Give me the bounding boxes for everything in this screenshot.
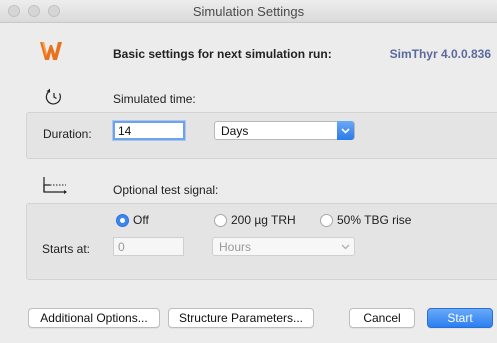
simulated-time-label: Simulated time: [113, 92, 196, 106]
starts-at-input[interactable]: 0 [113, 237, 184, 256]
chevron-down-icon[interactable] [337, 237, 354, 256]
radio-trh-dot[interactable] [214, 213, 227, 227]
simulation-settings-window: Simulation Settings Basic settings for n… [0, 0, 497, 343]
radio-tbg-dot[interactable] [320, 213, 333, 227]
simulated-time-group: Duration: 14 Days [26, 112, 497, 159]
radio-trh[interactable]: 200 µg TRH [214, 213, 296, 227]
starts-unit-select[interactable]: Hours [212, 237, 355, 256]
title-bar: Simulation Settings [0, 0, 497, 23]
cancel-button[interactable]: Cancel [349, 308, 415, 328]
radio-off-dot[interactable] [116, 213, 129, 227]
simthyr-logo-icon [40, 42, 62, 60]
additional-options-button[interactable]: Additional Options... [28, 308, 160, 328]
radio-off-label: Off [133, 213, 149, 227]
clock-reset-icon [45, 88, 61, 105]
test-signal-chart-icon [43, 177, 67, 194]
version-label: SimThyr 4.0.0.836 [389, 47, 491, 61]
duration-input[interactable]: 14 [113, 121, 185, 140]
radio-tbg[interactable]: 50% TBG rise [320, 213, 411, 227]
duration-label: Duration: [43, 127, 92, 141]
window-title: Simulation Settings [192, 4, 305, 19]
header-title: Basic settings for next simulation run: [113, 47, 332, 61]
structure-parameters-button[interactable]: Structure Parameters... [168, 308, 314, 328]
starts-at-label: Starts at: [42, 242, 91, 256]
radio-off[interactable]: Off [116, 213, 149, 227]
radio-trh-label: 200 µg TRH [231, 213, 296, 227]
duration-unit-value: Days [221, 124, 249, 138]
test-signal-label: Optional test signal: [113, 183, 219, 197]
radio-tbg-label: 50% TBG rise [337, 213, 412, 227]
starts-unit-value: Hours [219, 240, 252, 254]
chevron-down-icon[interactable] [337, 121, 354, 140]
start-button[interactable]: Start [427, 308, 493, 328]
duration-unit-select[interactable]: Days [214, 121, 355, 140]
